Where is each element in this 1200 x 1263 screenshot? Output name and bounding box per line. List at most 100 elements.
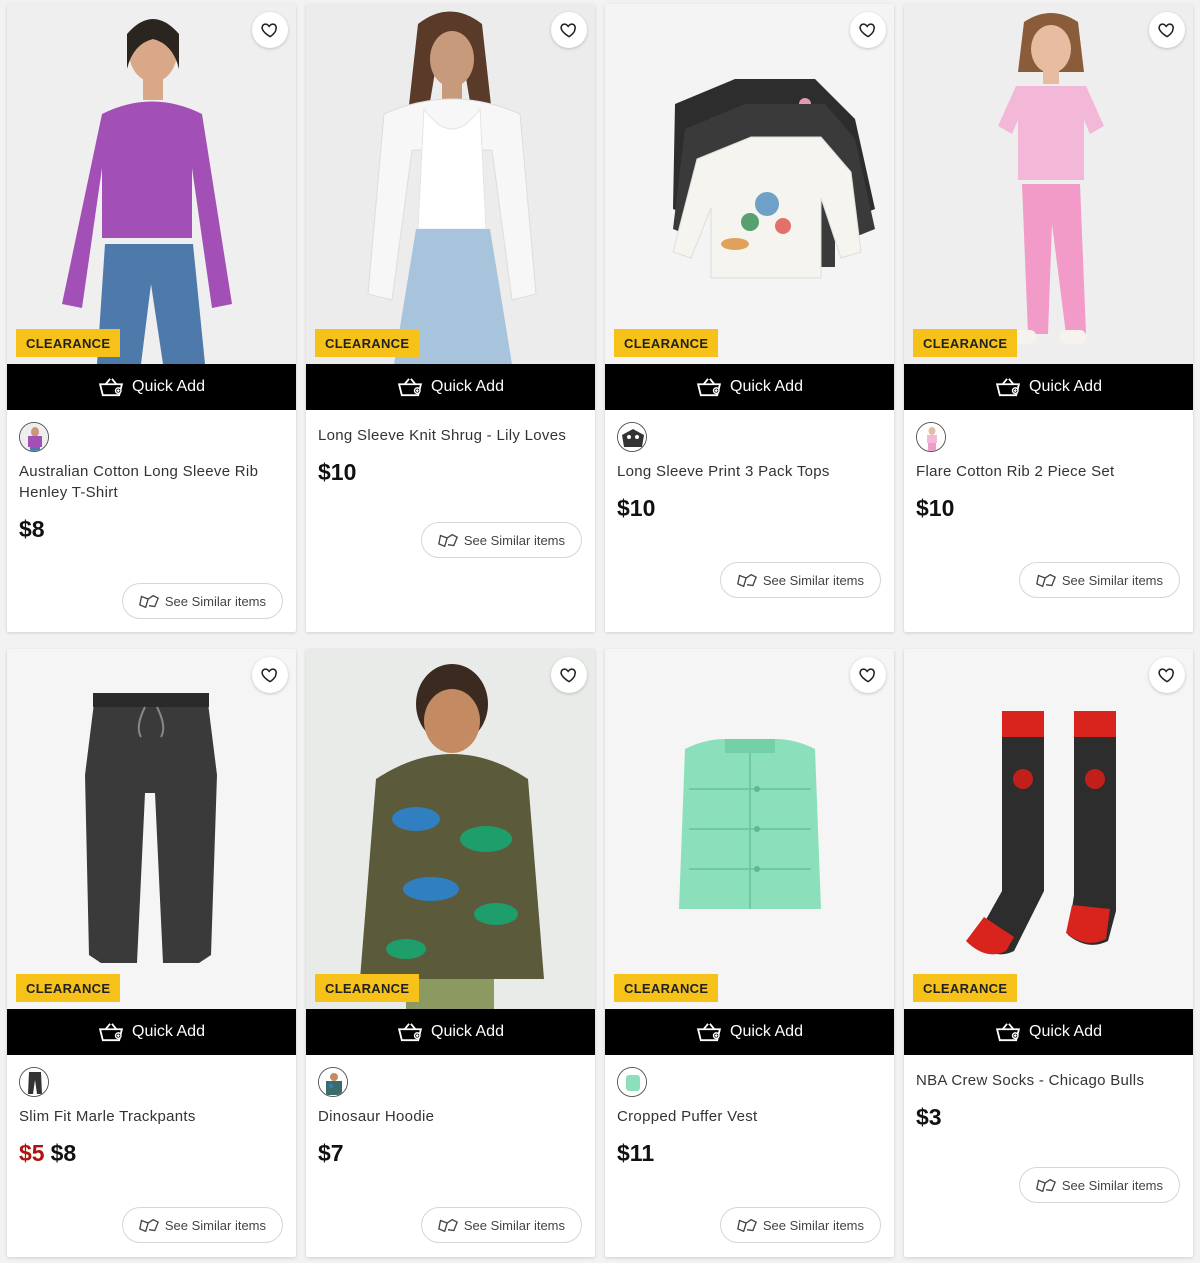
quick-add-button[interactable]: Quick Add — [7, 1009, 296, 1055]
see-similar-label: See Similar items — [1061, 1177, 1163, 1193]
see-similar-button[interactable]: See Similar items — [121, 583, 283, 619]
product-image[interactable]: CLEARANCE — [904, 649, 1193, 1009]
clearance-badge: CLEARANCE — [614, 974, 719, 1002]
swatch-image — [20, 423, 48, 451]
product-photo-illustration — [7, 649, 296, 1009]
product-card[interactable]: CLEARANCE Quick Add Long Sleeve Knit Shr… — [306, 4, 595, 632]
product-price: $5 $8 — [19, 1140, 284, 1167]
basket-icon — [98, 1022, 124, 1042]
product-card[interactable]: CLEARANCE Quick Add Slim Fit Marle Track… — [7, 649, 296, 1257]
heart-icon — [1157, 20, 1177, 40]
see-similar-label: See Similar items — [1061, 572, 1163, 588]
product-image[interactable]: CLEARANCE — [306, 4, 595, 364]
see-similar-button[interactable]: See Similar items — [1018, 1167, 1180, 1203]
clearance-badge: CLEARANCE — [913, 974, 1018, 1002]
product-photo-illustration — [306, 4, 595, 364]
color-swatch[interactable] — [318, 1067, 348, 1097]
product-title[interactable]: Flare Cotton Rib 2 Piece Set — [916, 461, 1181, 482]
similar-items-icon — [438, 532, 458, 549]
similar-items-icon — [139, 1217, 159, 1234]
product-card[interactable]: CLEARANCE Quick Add Flare Cotton Rib 2 P… — [904, 4, 1193, 632]
see-similar-button[interactable]: See Similar items — [121, 1207, 283, 1243]
quick-add-button[interactable]: Quick Add — [605, 1009, 894, 1055]
quick-add-button[interactable]: Quick Add — [904, 1009, 1193, 1055]
regular-price: $10 — [916, 495, 955, 521]
see-similar-button[interactable]: See Similar items — [1018, 562, 1180, 598]
wishlist-heart-button[interactable] — [252, 12, 288, 48]
product-card[interactable]: CLEARANCE Quick Add NBA Crew Socks - Chi… — [904, 649, 1193, 1257]
wishlist-heart-button[interactable] — [850, 657, 886, 693]
sale-price: $5 — [19, 1140, 45, 1166]
product-photo-illustration — [605, 4, 894, 364]
color-swatch[interactable] — [617, 1067, 647, 1097]
product-photo-illustration — [306, 649, 595, 1009]
product-image[interactable]: CLEARANCE — [7, 649, 296, 1009]
see-similar-button[interactable]: See Similar items — [719, 562, 881, 598]
product-image[interactable]: CLEARANCE — [306, 649, 595, 1009]
similar-items-icon — [737, 1217, 757, 1234]
product-title[interactable]: Cropped Puffer Vest — [617, 1106, 882, 1127]
similar-items-icon — [737, 572, 757, 589]
product-title[interactable]: Long Sleeve Print 3 Pack Tops — [617, 461, 882, 482]
product-photo-illustration — [904, 649, 1193, 1009]
swatch-image — [20, 1068, 48, 1096]
see-similar-button[interactable]: See Similar items — [420, 522, 582, 558]
product-card[interactable]: CLEARANCE Quick Add Cropped Puffer Vest … — [605, 649, 894, 1257]
wishlist-heart-button[interactable] — [850, 12, 886, 48]
product-details: Slim Fit Marle Trackpants $5 $8 See Simil… — [7, 1055, 296, 1243]
product-title[interactable]: NBA Crew Socks - Chicago Bulls — [916, 1070, 1181, 1091]
product-card[interactable]: CLEARANCE Quick Add Dinosaur Hoodie $7 S… — [306, 649, 595, 1257]
quick-add-button[interactable]: Quick Add — [904, 364, 1193, 410]
heart-icon — [1157, 665, 1177, 685]
similar-items-icon — [438, 1217, 458, 1234]
quick-add-label: Quick Add — [730, 1023, 803, 1040]
quick-add-label: Quick Add — [1029, 378, 1102, 395]
color-swatch[interactable] — [916, 422, 946, 452]
product-title[interactable]: Dinosaur Hoodie — [318, 1106, 583, 1127]
quick-add-label: Quick Add — [132, 378, 205, 395]
see-similar-label: See Similar items — [164, 1217, 266, 1233]
wishlist-heart-button[interactable] — [551, 12, 587, 48]
product-price: $10 — [318, 459, 583, 486]
wishlist-heart-button[interactable] — [1149, 12, 1185, 48]
regular-price: $3 — [916, 1104, 942, 1130]
wishlist-heart-button[interactable] — [551, 657, 587, 693]
color-swatch[interactable] — [19, 422, 49, 452]
see-similar-label: See Similar items — [762, 1217, 864, 1233]
product-price: $10 — [916, 495, 1181, 522]
product-price: $7 — [318, 1140, 583, 1167]
similar-items-icon — [1036, 1177, 1056, 1194]
heart-icon — [559, 20, 579, 40]
color-swatch[interactable] — [19, 1067, 49, 1097]
wishlist-heart-button[interactable] — [1149, 657, 1185, 693]
similar-items-icon — [139, 593, 159, 610]
wishlist-heart-button[interactable] — [252, 657, 288, 693]
product-card[interactable]: CLEARANCE Quick Add Australian Cotton Lo… — [7, 4, 296, 632]
see-similar-label: See Similar items — [164, 593, 266, 609]
see-similar-button[interactable]: See Similar items — [719, 1207, 881, 1243]
quick-add-button[interactable]: Quick Add — [7, 364, 296, 410]
product-image[interactable]: CLEARANCE — [7, 4, 296, 364]
product-title[interactable]: Long Sleeve Knit Shrug - Lily Loves — [318, 425, 583, 446]
see-similar-button[interactable]: See Similar items — [420, 1207, 582, 1243]
product-image[interactable]: CLEARANCE — [605, 649, 894, 1009]
basket-icon — [696, 1022, 722, 1042]
heart-icon — [260, 665, 280, 685]
swatch-image — [917, 423, 945, 451]
clearance-badge: CLEARANCE — [16, 329, 121, 357]
quick-add-button[interactable]: Quick Add — [306, 364, 595, 410]
product-image[interactable]: CLEARANCE — [904, 4, 1193, 364]
product-card[interactable]: CLEARANCE Quick Add Long Sleeve Print 3 … — [605, 4, 894, 632]
product-image[interactable]: CLEARANCE — [605, 4, 894, 364]
product-price: $11 — [617, 1140, 882, 1167]
clearance-badge: CLEARANCE — [614, 329, 719, 357]
product-title[interactable]: Slim Fit Marle Trackpants — [19, 1106, 284, 1127]
quick-add-button[interactable]: Quick Add — [306, 1009, 595, 1055]
color-swatch[interactable] — [617, 422, 647, 452]
quick-add-button[interactable]: Quick Add — [605, 364, 894, 410]
heart-icon — [260, 20, 280, 40]
product-details: Flare Cotton Rib 2 Piece Set $10 See Sim… — [904, 410, 1193, 598]
swatch-image — [319, 1068, 347, 1096]
product-title[interactable]: Australian Cotton Long Sleeve Rib Henley… — [19, 461, 284, 503]
product-details: Cropped Puffer Vest $11 See Similar item… — [605, 1055, 894, 1243]
